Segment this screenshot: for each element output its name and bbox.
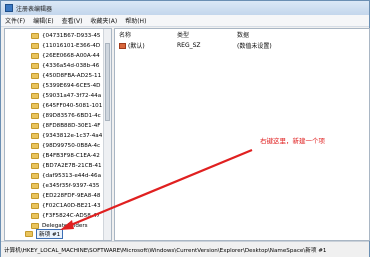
arrow-line — [65, 148, 253, 229]
arrow-head — [60, 220, 74, 230]
annotation-arrow — [60, 148, 253, 230]
